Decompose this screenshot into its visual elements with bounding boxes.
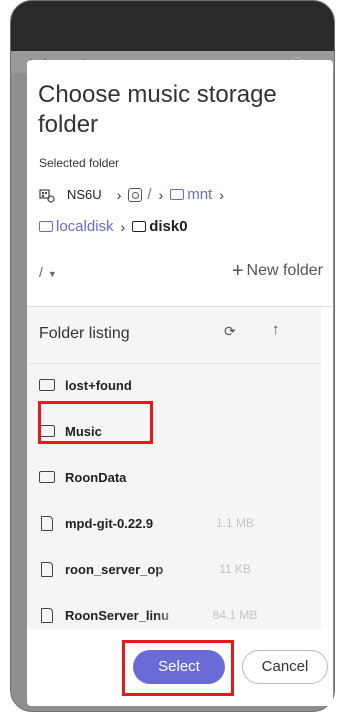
breadcrumb-label: disk0 — [149, 218, 188, 235]
selected-folder-label: Selected folder — [39, 156, 120, 170]
dialog-title: Choose music storage folder — [38, 81, 277, 138]
breadcrumb-label: mnt — [187, 186, 213, 203]
status-bar — [11, 1, 334, 51]
folder-icon — [39, 379, 55, 391]
highlight-box-select — [122, 640, 234, 696]
breadcrumb-mnt[interactable]: mnt — [170, 186, 212, 203]
root-folder-icon — [128, 187, 143, 202]
folder-chooser-dialog: Choose music storage folder Selected fol… — [27, 60, 333, 706]
breadcrumb-current: disk0 — [132, 218, 188, 235]
folder-icon — [132, 221, 147, 232]
breadcrumb-root[interactable]: / — [128, 186, 152, 203]
device-name: NS6U — [67, 187, 102, 202]
folder-listing-panel: Folder listing ⟳ ↑ lost+found Music Roon… — [27, 307, 321, 629]
device-icon — [39, 188, 55, 203]
item-name: mpd-git-0.22.9 — [65, 515, 154, 531]
item-name: lost+found — [65, 377, 132, 393]
root-selector-value: / — [39, 264, 43, 280]
breadcrumb-row-1: NS6U › / › mnt › — [39, 186, 231, 203]
caret-down-icon: ▼ — [47, 269, 57, 279]
chevron-right-icon: › — [158, 186, 164, 203]
folder-icon — [39, 221, 53, 232]
file-icon — [41, 561, 53, 577]
chevron-right-icon: › — [219, 186, 224, 203]
item-name: RoonData — [65, 469, 127, 485]
plus-icon: + — [231, 260, 244, 282]
list-item[interactable]: RoonServer_linu 84.1 MB — [39, 593, 309, 637]
listing-header: Folder listing — [39, 325, 130, 342]
file-icon — [41, 607, 53, 623]
new-folder-button[interactable]: + New folder — [231, 260, 323, 282]
list-item[interactable]: roon_server_op 11 KB — [39, 547, 309, 591]
list-item[interactable]: RoonData — [39, 455, 309, 499]
item-size: 84.1 MB — [212, 608, 258, 622]
new-folder-label: New folder — [246, 262, 323, 279]
item-name: roon_server_op — [65, 561, 164, 577]
breadcrumb-row-2: localdisk › disk0 — [39, 218, 188, 235]
file-icon — [41, 515, 53, 531]
refresh-icon[interactable]: ⟳ — [224, 323, 236, 340]
folder-icon — [170, 189, 185, 200]
breadcrumb-root-label: / — [147, 186, 152, 203]
list-item[interactable]: mpd-git-0.22.9 1.1 MB — [39, 501, 309, 545]
breadcrumb-localdisk[interactable]: localdisk — [39, 218, 114, 235]
chevron-right-icon: › — [116, 186, 122, 203]
item-name: RoonServer_linu — [65, 607, 170, 623]
breadcrumb-label: localdisk — [56, 218, 114, 235]
folder-icon — [39, 471, 55, 483]
cancel-button[interactable]: Cancel — [242, 650, 328, 684]
item-size: 11 KB — [219, 562, 251, 576]
root-selector[interactable]: / ▼ — [39, 264, 57, 280]
chevron-right-icon: › — [120, 218, 126, 235]
item-size: 1.1 MB — [215, 516, 254, 530]
highlight-box-music — [38, 401, 153, 444]
arrow-up-icon[interactable]: ↑ — [272, 321, 280, 338]
